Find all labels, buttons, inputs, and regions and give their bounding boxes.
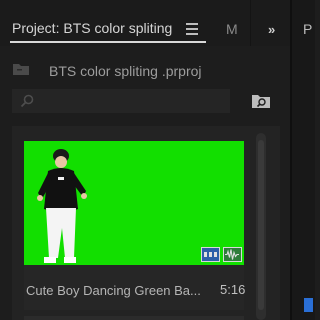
- overflow-chevron-icon[interactable]: »: [268, 22, 275, 37]
- audio-track-icon: [223, 247, 242, 262]
- active-tab-indicator: [10, 41, 206, 43]
- tab-program[interactable]: P: [303, 21, 312, 37]
- tab-divider: [250, 0, 251, 46]
- clip-thumbnail: [24, 141, 244, 265]
- search-input[interactable]: [12, 89, 230, 113]
- video-track-icon: [201, 247, 220, 262]
- clip-name: Cute Boy Dancing Green Ba...: [26, 283, 201, 298]
- scrollbar-thumb[interactable]: [258, 140, 264, 310]
- clip-card[interactable]: Cute Boy Dancing Green Ba... 5:16: [24, 141, 246, 310]
- find-bin-icon[interactable]: [251, 93, 271, 109]
- adjacent-panel: [290, 0, 315, 320]
- panel-menu-icon[interactable]: [186, 23, 198, 35]
- clip-duration: 5:16: [220, 282, 246, 297]
- project-file-row: BTS color spliting .prproj: [0, 55, 290, 85]
- folder-icon: [13, 64, 29, 75]
- tab-media-browser[interactable]: M: [226, 21, 238, 37]
- next-clip-card[interactable]: [24, 316, 244, 320]
- accent-marker: [304, 298, 313, 312]
- tab-project[interactable]: Project: BTS color spliting: [12, 20, 172, 42]
- search-icon: [20, 94, 34, 108]
- project-filename: BTS color spliting .prproj: [49, 63, 202, 79]
- panel-tab-bar: Project: BTS color spliting M »: [0, 0, 313, 46]
